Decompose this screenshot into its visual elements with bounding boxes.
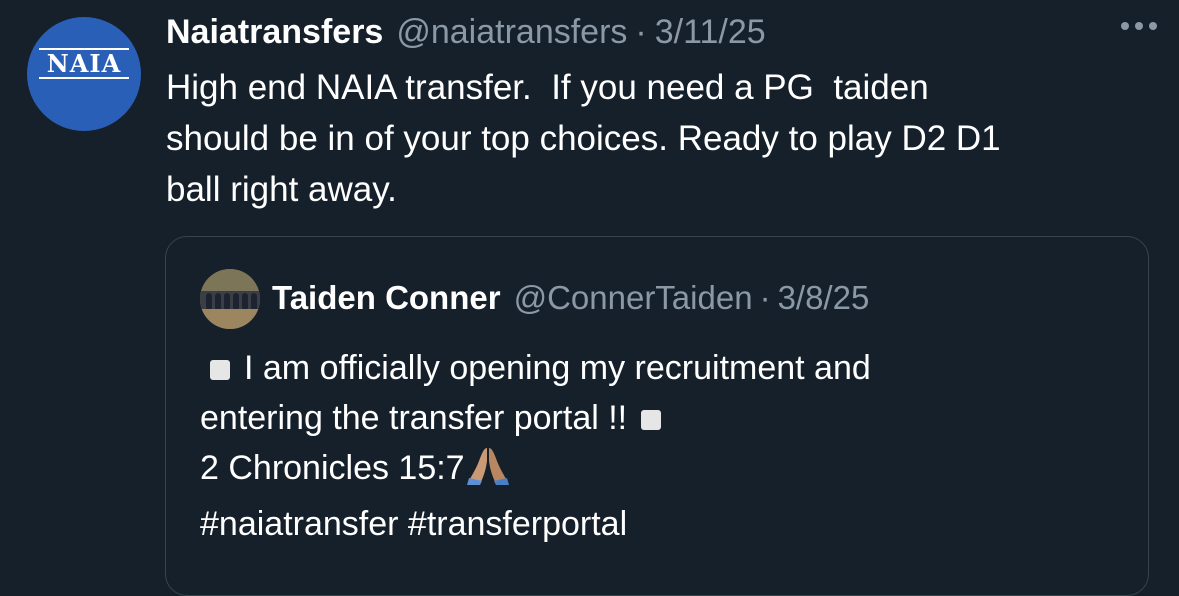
hashtag-link[interactable]: #naiatransfer <box>200 505 398 543</box>
more-horizontal-icon[interactable] <box>1121 22 1157 30</box>
quoted-date[interactable]: 3/8/25 <box>778 279 870 317</box>
quoted-handle[interactable]: @ConnerTaiden <box>514 279 753 317</box>
tweet[interactable]: NAIA Naiatransfers @naiatransfers · 3/11… <box>0 0 1179 596</box>
avatar-photo-figure <box>251 293 257 309</box>
white-square-emoji <box>641 410 662 430</box>
white-square-emoji <box>210 360 230 380</box>
avatar-photo-figure <box>242 293 248 309</box>
quoted-header: Taiden Conner @ConnerTaiden · 3/8/25 <box>272 279 869 317</box>
avatar-photo-floor <box>200 309 260 329</box>
more-dot <box>1149 22 1157 30</box>
avatar-photo-figure <box>206 293 212 309</box>
quoted-line-4: #naiatransfer #transferportal <box>200 499 1120 549</box>
quoted-avatar[interactable] <box>200 269 260 329</box>
naia-logo: NAIA <box>38 47 130 79</box>
quoted-line-3-text: 2 Chronicles 15:7 <box>200 449 465 487</box>
avatar[interactable]: NAIA <box>27 17 141 131</box>
more-dot <box>1121 22 1129 30</box>
avatar-photo-figure <box>224 293 230 309</box>
quoted-tweet[interactable]: Taiden Conner @ConnerTaiden · 3/8/25 I a… <box>165 236 1149 596</box>
tweet-text: High end NAIA transfer. If you need a PG… <box>166 68 1001 209</box>
tweet-header: Naiatransfers @naiatransfers · 3/11/25 <box>166 13 766 55</box>
tweet-date[interactable]: 3/11/25 <box>655 13 766 52</box>
quoted-line-1: I am officially opening my recruitment a… <box>200 343 1120 393</box>
quoted-line-2: entering the transfer portal !! <box>200 393 1120 443</box>
avatar-photo-figure <box>215 293 221 309</box>
quoted-line-2-text: entering the transfer portal !! <box>200 399 628 437</box>
naia-logo-text: NAIA <box>38 47 130 79</box>
folded-hands-emoji <box>466 445 509 499</box>
quoted-separator: · <box>759 279 771 316</box>
more-dot <box>1135 22 1143 30</box>
quoted-line-1-text: I am officially opening my recruitment a… <box>244 349 871 387</box>
quoted-display-name[interactable]: Taiden Conner <box>272 279 501 317</box>
hashtag-link[interactable]: #transferportal <box>408 505 627 543</box>
author-handle[interactable]: @naiatransfers <box>396 13 627 52</box>
header-separator: · <box>635 13 647 51</box>
quoted-text: I am officially opening my recruitment a… <box>200 343 1120 549</box>
author-display-name[interactable]: Naiatransfers <box>166 13 383 52</box>
quoted-line-3: 2 Chronicles 15:7 <box>200 443 1120 499</box>
avatar-photo-figure <box>233 293 239 309</box>
